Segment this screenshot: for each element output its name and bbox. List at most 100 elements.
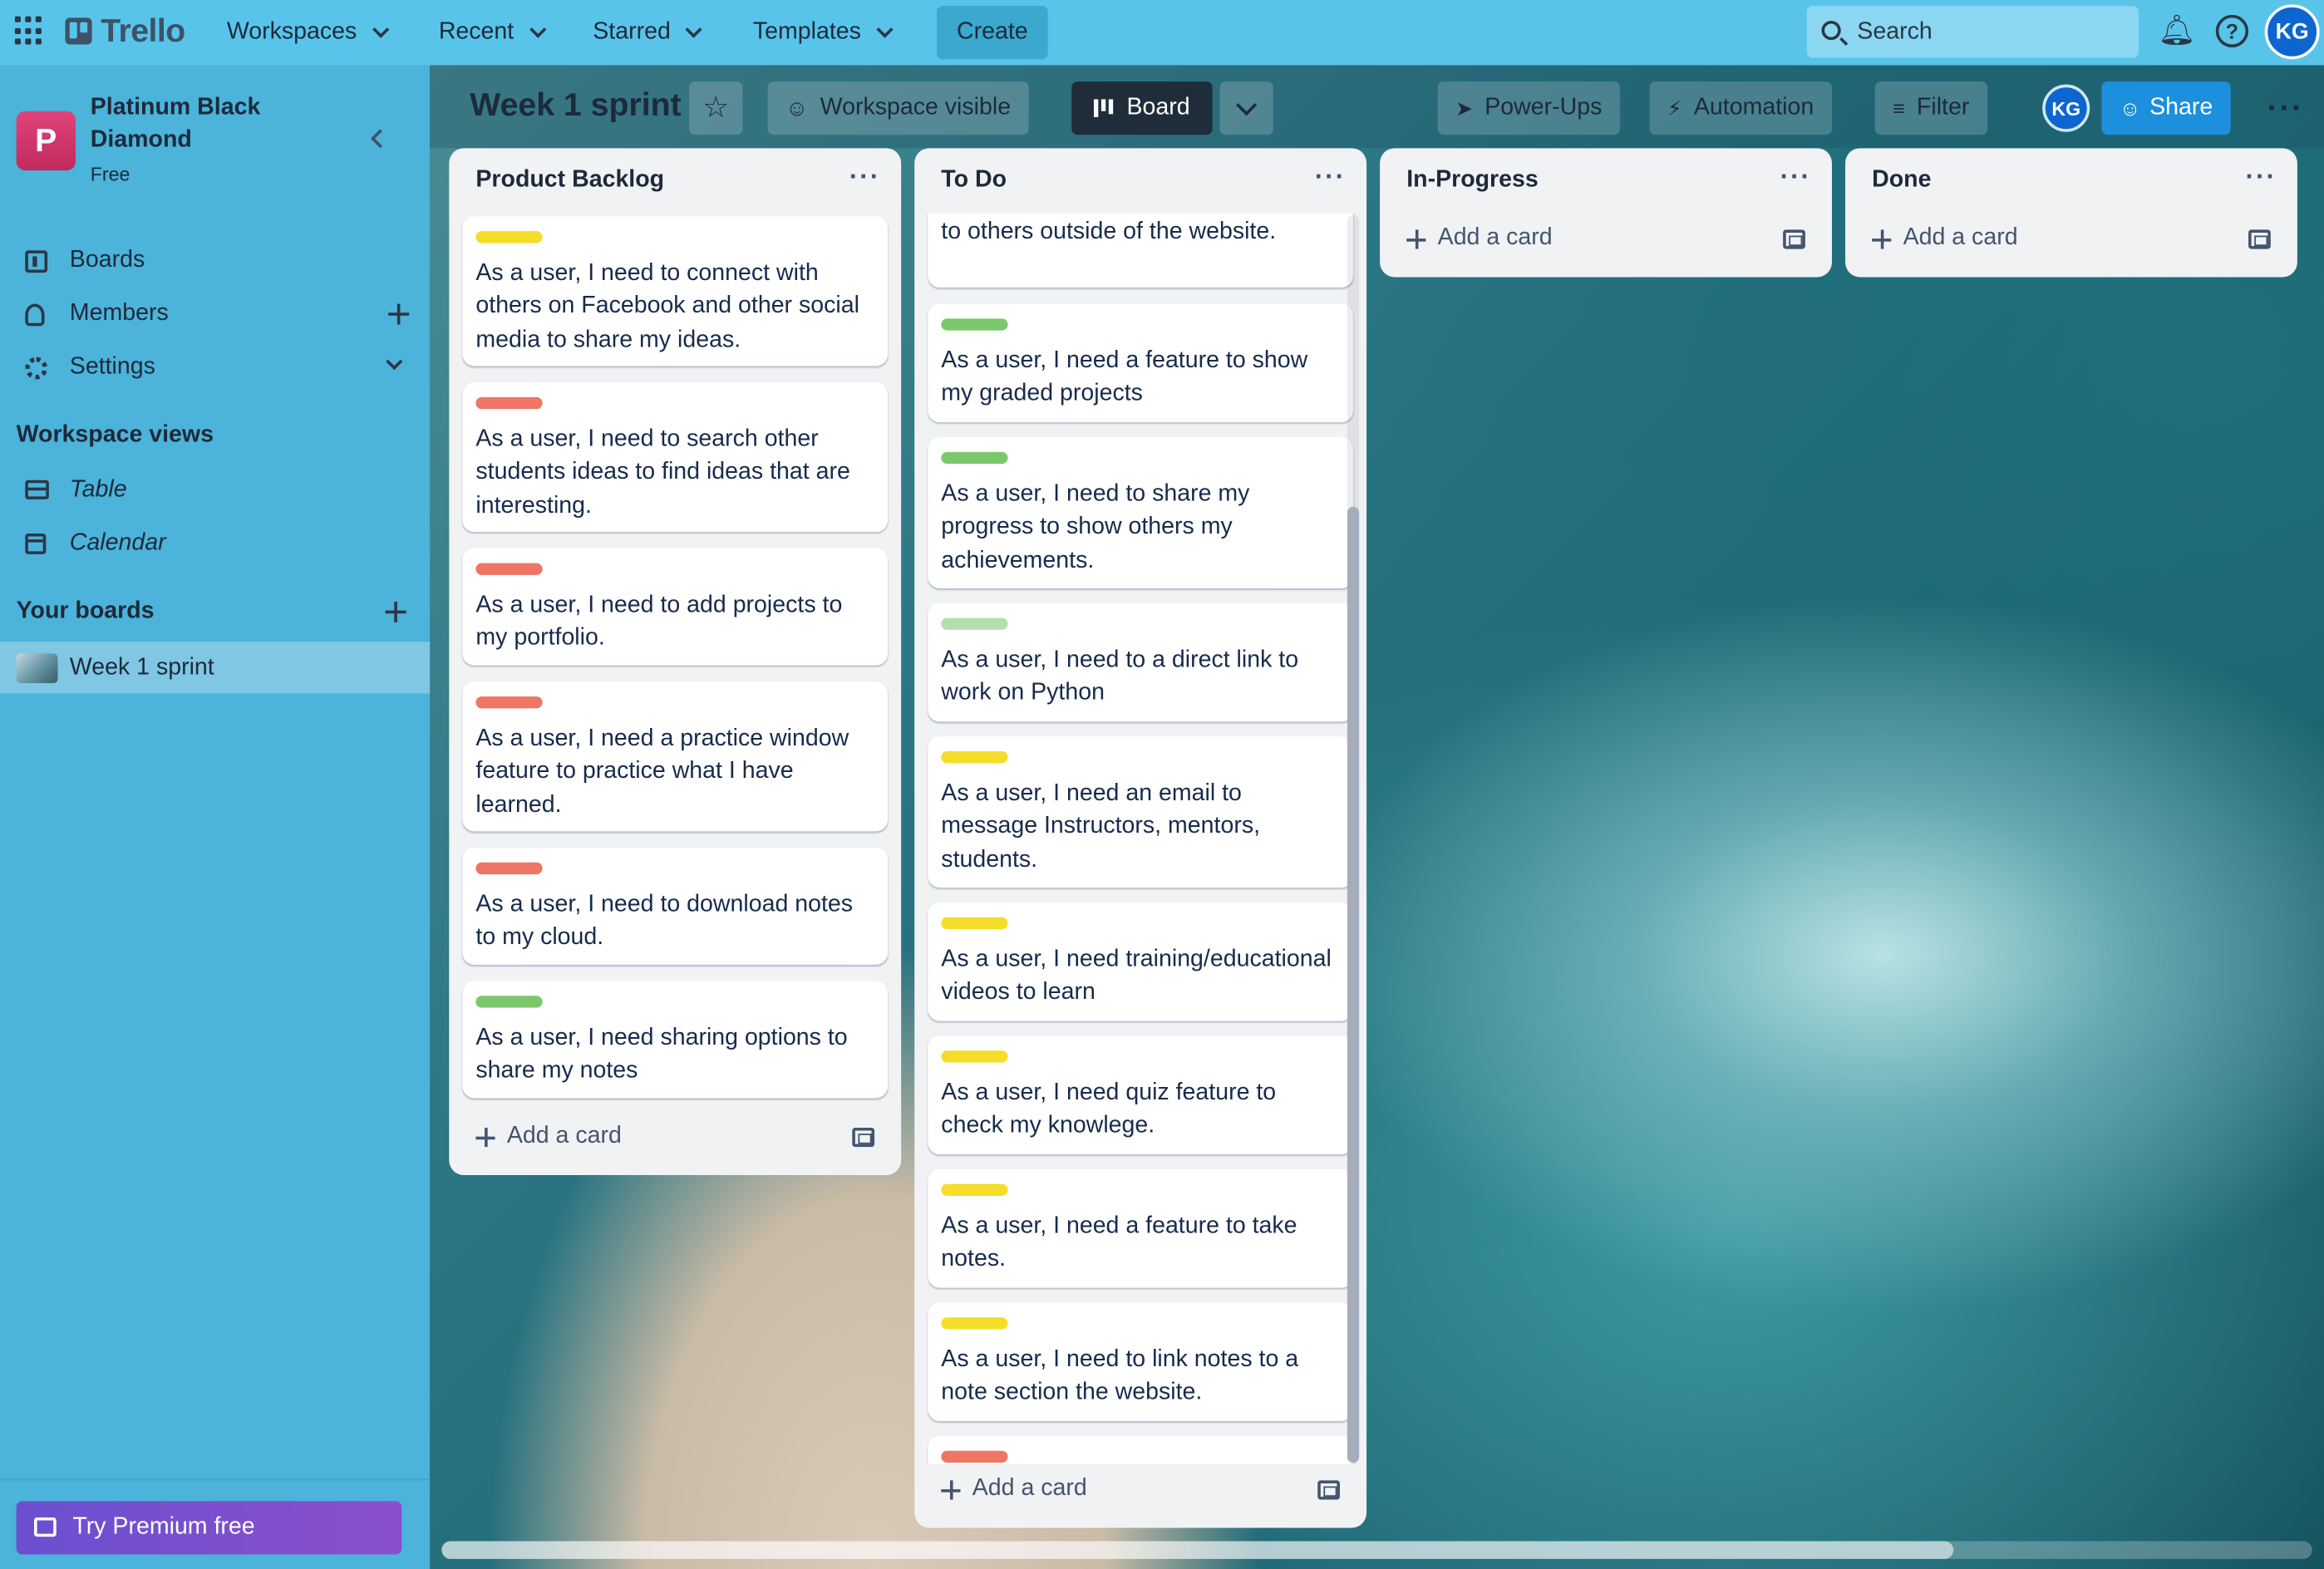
app-switcher-icon[interactable] bbox=[14, 16, 45, 47]
workspaces-menu[interactable]: Workspaces bbox=[212, 6, 401, 59]
card-label[interactable] bbox=[941, 917, 1008, 930]
recent-menu[interactable]: Recent bbox=[424, 6, 559, 59]
list-menu-icon[interactable]: ··· bbox=[2246, 161, 2277, 192]
visibility-button[interactable]: ☺ Workspace visible bbox=[767, 81, 1029, 135]
trello-logo-icon bbox=[65, 17, 92, 45]
card-label[interactable] bbox=[941, 1450, 1008, 1463]
card[interactable]: As a user, I need to link notes to a not… bbox=[928, 1302, 1354, 1422]
card-label[interactable] bbox=[941, 1183, 1008, 1197]
board-title[interactable]: Week 1 sprint bbox=[470, 86, 681, 124]
try-premium-label: Try Premium free bbox=[72, 1514, 255, 1540]
card[interactable]: As a user, I need to download notes to m… bbox=[462, 847, 889, 965]
add-card-button[interactable]: Add a card bbox=[1872, 225, 2018, 252]
card[interactable]: As a user, I need training/educational v… bbox=[928, 902, 1354, 1021]
create-button[interactable]: Create bbox=[936, 6, 1048, 60]
trello-logo[interactable]: Trello bbox=[65, 12, 185, 50]
board-view-label: Board bbox=[1126, 95, 1190, 121]
card-label[interactable] bbox=[475, 396, 543, 410]
add-person-icon: ☺ bbox=[2119, 96, 2141, 121]
list-menu-icon[interactable]: ··· bbox=[1780, 161, 1811, 192]
filter-button[interactable]: ≡ Filter bbox=[1874, 81, 1987, 135]
sidebar-item-members[interactable]: Members bbox=[0, 289, 430, 340]
list-menu-icon[interactable]: ··· bbox=[849, 161, 880, 192]
board-member-avatar[interactable]: KG bbox=[2042, 84, 2090, 132]
card[interactable]: As a user, I need to a direct link to wo… bbox=[928, 603, 1354, 722]
card-label[interactable] bbox=[941, 1050, 1008, 1063]
list-title[interactable]: In-Progress bbox=[1406, 167, 1539, 194]
card-label[interactable] bbox=[941, 617, 1008, 630]
card[interactable]: As a user, I need sharing options to sha… bbox=[462, 981, 889, 1099]
power-ups-button[interactable]: ➤ Power-Ups bbox=[1437, 81, 1620, 135]
add-card-button[interactable]: Add a card bbox=[475, 1124, 622, 1150]
workspace-name[interactable]: Platinum Black Diamond bbox=[91, 92, 327, 157]
list-title[interactable]: Product Backlog bbox=[475, 167, 664, 194]
add-member-icon[interactable] bbox=[388, 303, 410, 325]
trello-logo-text: Trello bbox=[101, 12, 185, 49]
board-scrollbar-thumb[interactable] bbox=[441, 1541, 1954, 1559]
card[interactable]: As a user, I need an email to message In… bbox=[928, 736, 1354, 888]
card[interactable]: As a user, I need a feature to show my g… bbox=[928, 303, 1354, 423]
sidebar-item-boards[interactable]: Boards bbox=[0, 236, 430, 287]
card-label[interactable] bbox=[475, 862, 543, 875]
automation-button[interactable]: ⚡︎ Automation bbox=[1649, 81, 1832, 135]
notifications-bell-icon[interactable]: 🔔︎ bbox=[2158, 15, 2195, 47]
to-do-scrollbar-thumb[interactable] bbox=[1347, 506, 1360, 1463]
settings-gear-icon bbox=[25, 357, 48, 380]
visibility-label: Workspace visible bbox=[820, 95, 1012, 121]
workspace-avatar[interactable]: P bbox=[16, 111, 76, 171]
board-thumbnail bbox=[16, 653, 58, 684]
star-board-button[interactable]: ☆ bbox=[689, 81, 743, 135]
card[interactable]: As a user, I need to share my progress t… bbox=[928, 437, 1354, 588]
boards-icon bbox=[25, 250, 48, 273]
card-label[interactable] bbox=[475, 996, 543, 1008]
sidebar-board-week-1-sprint[interactable]: Week 1 sprint bbox=[0, 642, 431, 694]
card-label[interactable] bbox=[475, 696, 543, 709]
list-product-backlog: Product Backlog ··· As a user, I need to… bbox=[449, 148, 902, 1176]
search-icon bbox=[1821, 20, 1841, 41]
account-avatar[interactable]: KG bbox=[2264, 4, 2320, 60]
card[interactable]: As a user, I need to add projects to my … bbox=[462, 548, 889, 666]
sidebar-item-calendar[interactable]: Calendar bbox=[0, 519, 430, 569]
sidebar-item-settings[interactable]: Settings bbox=[0, 342, 430, 393]
to-do-card-scroll-area[interactable]: As a user, I need to share my posts to o… bbox=[914, 213, 1366, 1464]
chevron-down-icon bbox=[529, 20, 546, 37]
card[interactable]: As a user, I need to share my posts to o… bbox=[928, 213, 1354, 288]
card-label[interactable] bbox=[941, 751, 1008, 764]
card-label[interactable] bbox=[475, 563, 543, 575]
list-title[interactable]: Done bbox=[1872, 167, 1931, 194]
add-card-button[interactable]: Add a card bbox=[1406, 225, 1553, 252]
search-input[interactable]: Search bbox=[1806, 6, 2139, 58]
share-button[interactable]: ☺ Share bbox=[2101, 81, 2231, 135]
create-from-template-icon[interactable] bbox=[1783, 229, 1805, 249]
try-premium-button[interactable]: Try Premium free bbox=[16, 1501, 402, 1555]
add-card-button[interactable]: Add a card bbox=[941, 1476, 1087, 1503]
switch-view-chevron-icon[interactable] bbox=[1219, 81, 1273, 135]
list-title[interactable]: To Do bbox=[941, 167, 1007, 194]
sidebar-item-table[interactable]: Table bbox=[0, 465, 430, 516]
help-icon[interactable]: ? bbox=[2215, 14, 2249, 48]
card-label[interactable] bbox=[941, 1317, 1008, 1330]
add-board-icon[interactable] bbox=[385, 601, 406, 622]
create-from-template-icon[interactable] bbox=[2248, 229, 2271, 249]
collapse-sidebar-icon[interactable] bbox=[367, 127, 388, 148]
templates-menu[interactable]: Templates bbox=[738, 6, 905, 59]
chevron-down-icon[interactable] bbox=[386, 353, 403, 371]
card[interactable]: As a user, I need to connect with others… bbox=[462, 216, 889, 366]
list-menu-icon[interactable]: ··· bbox=[1315, 161, 1346, 192]
card[interactable]: As a user, I need a feature to take note… bbox=[928, 1168, 1354, 1288]
chevron-down-icon bbox=[372, 20, 389, 37]
card-label[interactable] bbox=[941, 451, 1008, 465]
card[interactable]: As a user, I need quiz feature to check … bbox=[928, 1035, 1354, 1155]
starred-menu[interactable]: Starred bbox=[578, 6, 715, 59]
chevron-down-icon bbox=[876, 20, 894, 37]
create-from-template-icon[interactable] bbox=[1317, 1480, 1340, 1500]
card-label[interactable] bbox=[475, 231, 543, 243]
card[interactable]: As a user, I need to search other studen… bbox=[462, 382, 889, 533]
card-text: As a user, I need quiz feature to check … bbox=[941, 1080, 1277, 1139]
card[interactable]: As a user, I need a practice window feat… bbox=[462, 681, 889, 832]
board-view-button[interactable]: Board bbox=[1071, 81, 1213, 135]
create-from-template-icon[interactable] bbox=[852, 1127, 875, 1148]
card-label[interactable] bbox=[941, 318, 1008, 331]
card[interactable] bbox=[928, 1435, 1354, 1464]
board-menu-icon[interactable]: ··· bbox=[2259, 81, 2312, 135]
